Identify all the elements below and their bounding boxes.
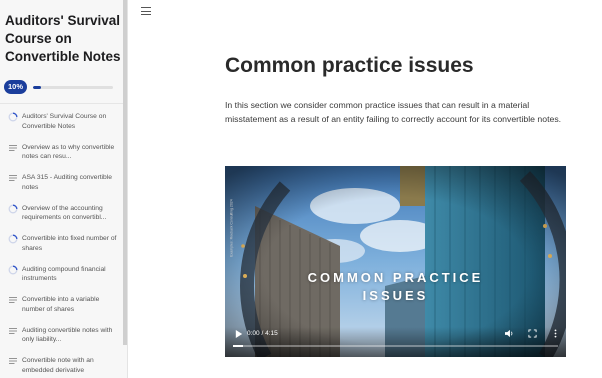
lesson-label: Convertible into a variable number of sh…	[22, 296, 100, 313]
course-title: Auditors' Survival Course on Convertible…	[5, 13, 121, 64]
course-sidebar: Auditors' Survival Course on Convertible…	[0, 0, 128, 378]
text-lines-icon	[9, 144, 17, 151]
lesson-label: Convertible into fixed number of shares	[22, 235, 117, 252]
progress-circle-icon	[8, 112, 18, 122]
progress-bar	[33, 86, 113, 89]
course-progress: 10%	[4, 80, 116, 94]
video-side-caption: Examples: Roebuck Consulting 2024	[229, 199, 234, 257]
lesson-item[interactable]: Auditing convertible notes with only lia…	[0, 320, 124, 351]
sidebar-divider	[0, 103, 124, 104]
video-seek-fill	[233, 345, 243, 347]
lesson-item[interactable]: Overview of the accounting requirements …	[0, 198, 124, 229]
volume-icon[interactable]	[505, 329, 514, 338]
overlay-line-1: COMMON PRACTICE	[307, 270, 484, 285]
lesson-item[interactable]: Convertible into a variable number of sh…	[0, 289, 124, 320]
progress-circle-icon	[8, 265, 18, 274]
lesson-label: Convertible note with an embedded deriva…	[22, 357, 94, 374]
text-lines-icon	[9, 327, 17, 334]
lesson-label: Auditors' Survival Course on Convertible…	[22, 113, 107, 130]
video-player[interactable]: Examples: Roebuck Consulting 2024 COMMON…	[225, 166, 566, 357]
lesson-label: Auditing compound financial instruments	[22, 265, 106, 283]
lesson-item[interactable]: ASA 315 - Auditing convertible notes	[0, 167, 124, 198]
play-icon[interactable]	[235, 330, 243, 338]
progress-bar-fill	[33, 86, 41, 89]
lesson-label: Overview as to why convertible notes can…	[22, 143, 115, 161]
lesson-label: ASA 315 - Auditing convertible notes	[22, 174, 112, 191]
page-title: Common practice issues	[225, 54, 474, 77]
video-overlay-title: COMMON PRACTICE ISSUES	[225, 269, 566, 305]
lesson-item[interactable]: Convertible into fixed number of shares	[0, 228, 124, 259]
app-root: Auditors' Survival Course on Convertible…	[0, 0, 602, 378]
hamburger-menu-icon[interactable]	[141, 6, 151, 16]
progress-circle-icon	[8, 204, 18, 213]
sidebar-scrollbar[interactable]	[123, 0, 127, 345]
intro-paragraph: In this section we consider common pract…	[225, 100, 562, 124]
lesson-item[interactable]: Overview as to why convertible notes can…	[0, 137, 124, 168]
lesson-item[interactable]: Auditing compound financial instruments	[0, 259, 124, 290]
more-options-icon[interactable]	[551, 329, 560, 338]
text-lines-icon	[9, 297, 17, 303]
lesson-label: Auditing convertible notes with only lia…	[22, 326, 113, 344]
text-lines-icon	[9, 358, 17, 364]
progress-badge: 10%	[4, 80, 27, 94]
fullscreen-icon[interactable]	[528, 329, 537, 338]
video-seek-bar[interactable]	[233, 345, 558, 347]
lesson-list: Auditors' Survival Course on Convertible…	[0, 106, 124, 378]
overlay-line-2: ISSUES	[362, 288, 429, 303]
video-time: 0:00 / 4:15	[247, 330, 278, 337]
lesson-item[interactable]: Convertible note with an embedded deriva…	[0, 350, 124, 378]
lesson-item[interactable]: Auditors' Survival Course on Convertible…	[0, 106, 124, 137]
text-lines-icon	[9, 175, 17, 181]
lesson-label: Overview of the accounting requirements …	[22, 204, 107, 222]
progress-circle-icon	[8, 234, 18, 244]
